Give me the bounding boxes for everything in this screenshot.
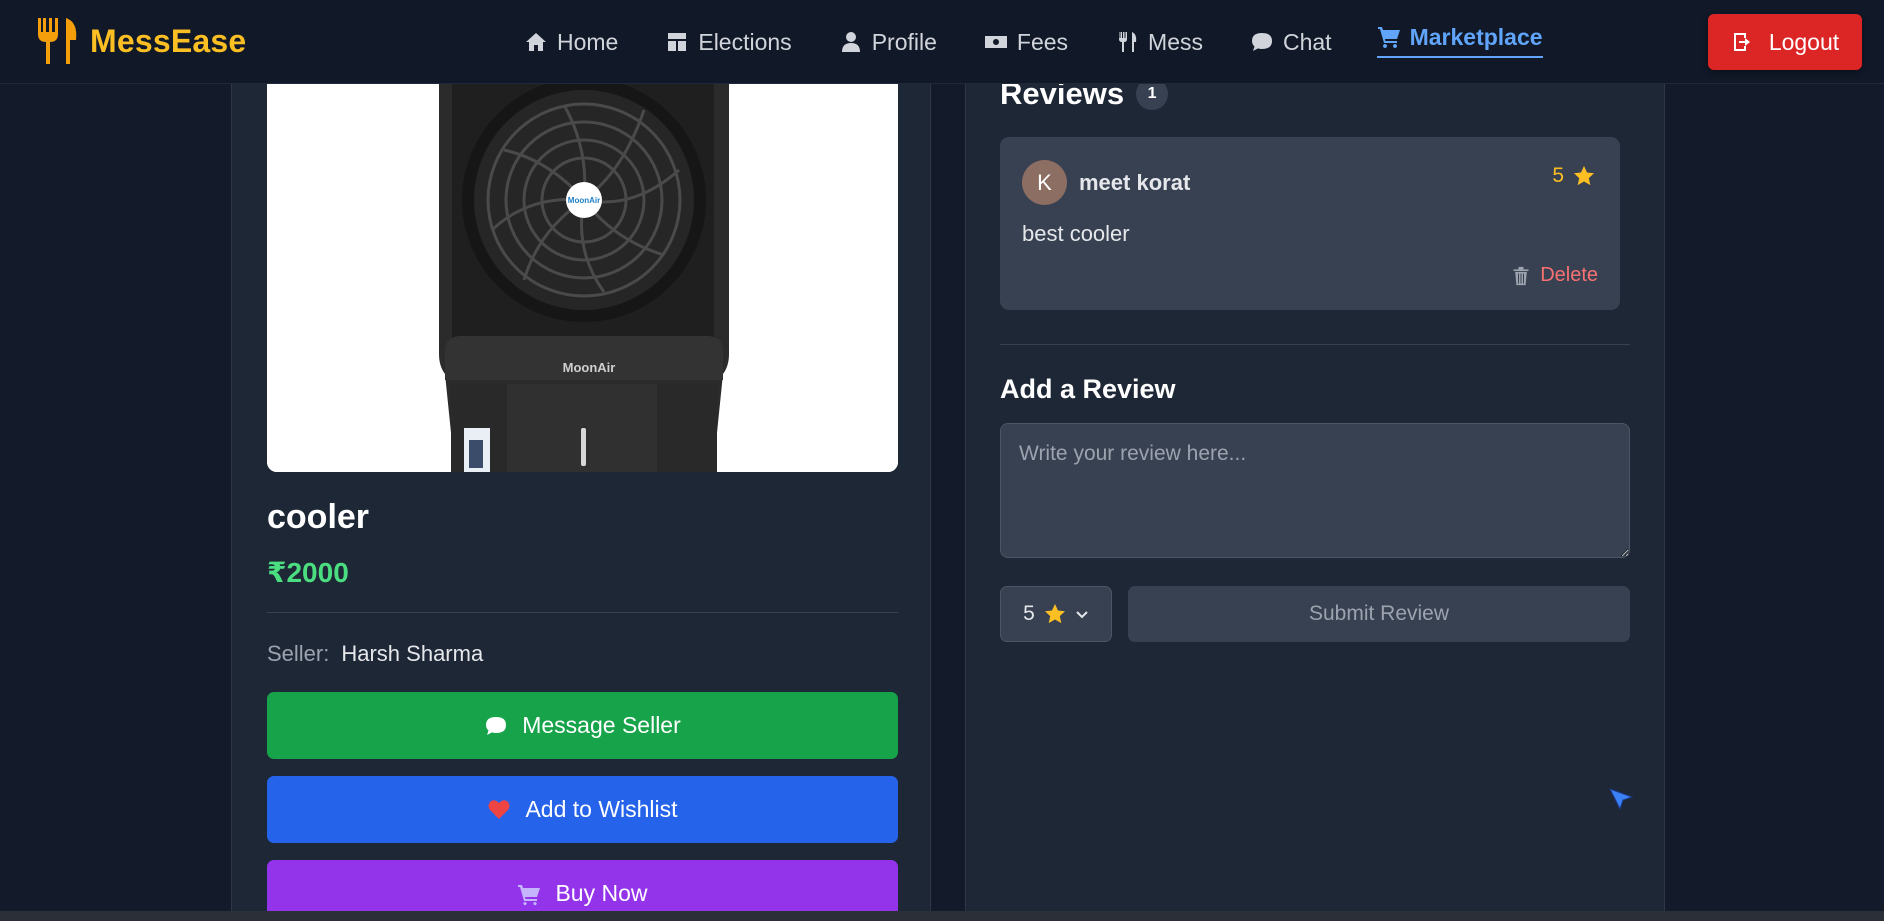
trash-icon [1513,266,1529,285]
review-text: best cooler [1022,221,1130,246]
money-icon [984,36,1007,48]
submit-review-label: Submit Review [1308,602,1450,625]
bottom-scrollbar[interactable] [0,911,1884,921]
seller-name: Harsh Sharma [341,641,484,666]
nav-chat[interactable]: Chat [1250,22,1332,62]
review-rating-value: 5 [1552,164,1564,187]
utensils-icon [1119,32,1137,52]
home-icon [526,33,546,51]
product-image[interactable]: MoonAir MoonAir [267,84,898,472]
rating-select[interactable]: 5 [1000,586,1112,642]
seller-label: Seller: [267,641,330,666]
nav-fees[interactable]: Fees [984,22,1068,62]
svg-text:MoonAir: MoonAir [568,196,600,205]
chat-icon [486,716,507,735]
divider [267,612,898,613]
star-icon [1044,604,1065,624]
nav-marketplace-label: Marketplace [1409,23,1543,50]
svg-text:MoonAir: MoonAir [563,360,616,375]
add-review-title: Add a Review [1000,374,1176,404]
nav-chat-label: Chat [1282,28,1332,55]
product-price: ₹2000 [267,557,349,588]
logout-icon [1733,33,1750,51]
seller-info: Seller: Harsh Sharma [267,641,483,667]
review-textarea[interactable] [1000,423,1630,558]
nav-home[interactable]: Home [524,22,618,62]
nav-home-label: Home [557,28,619,55]
chat-icon [1251,33,1272,51]
product-card: MoonAir MoonAir cooler ₹2000 Seller: Har… [231,84,931,921]
navbar: MessEase Home Elections Profile Fees Mes… [0,0,1884,84]
submit-review-button[interactable]: Submit Review [1128,586,1630,642]
nav-profile[interactable]: Profile [839,22,937,62]
heart-icon [488,799,510,819]
logout-label: Logout [1768,28,1840,55]
mouse-cursor-icon [1608,788,1634,811]
add-to-wishlist-label: Add to Wishlist [525,796,678,822]
delete-label: Delete [1540,264,1598,286]
brand[interactable]: MessEase [34,16,246,66]
elections-icon [668,33,687,51]
star-icon [1574,166,1594,186]
nav-elections-label: Elections [698,28,792,55]
divider [1000,344,1630,345]
nav-mess[interactable]: Mess [1115,22,1203,62]
product-title: cooler [267,498,370,536]
cart-icon [1377,27,1400,48]
review-item: K meet korat 5 best cooler Delete [1000,137,1620,310]
add-to-wishlist-button[interactable]: Add to Wishlist [267,776,898,843]
air-cooler-image: MoonAir MoonAir [267,84,898,472]
delete-review-button[interactable]: Delete [1511,264,1598,287]
nav-links: Home Elections Profile Fees Mess Chat Ma… [524,22,1543,62]
message-seller-button[interactable]: Message Seller [267,692,898,759]
user-icon [841,32,860,52]
nav-mess-label: Mess [1148,28,1203,55]
shopping-cart-icon [518,884,541,905]
avatar: K [1022,160,1067,205]
utensils-logo-icon [38,18,77,64]
nav-profile-label: Profile [871,28,937,55]
rating-select-value: 5 [1023,602,1035,625]
logout-button[interactable]: Logout [1708,14,1862,70]
review-rating: 5 [1552,164,1596,188]
chevron-down-icon [1076,611,1088,619]
nav-fees-label: Fees [1016,28,1069,55]
buy-now-label: Buy Now [555,880,648,906]
brand-name: MessEase [90,22,247,59]
reviews-card: Reviews 1 K meet korat 5 best cooler Del… [965,76,1665,914]
reviewer-name: meet korat [1079,170,1191,195]
message-seller-label: Message Seller [522,712,681,738]
nav-marketplace[interactable]: Marketplace [1376,18,1543,58]
nav-elections[interactable]: Elections [665,22,792,62]
